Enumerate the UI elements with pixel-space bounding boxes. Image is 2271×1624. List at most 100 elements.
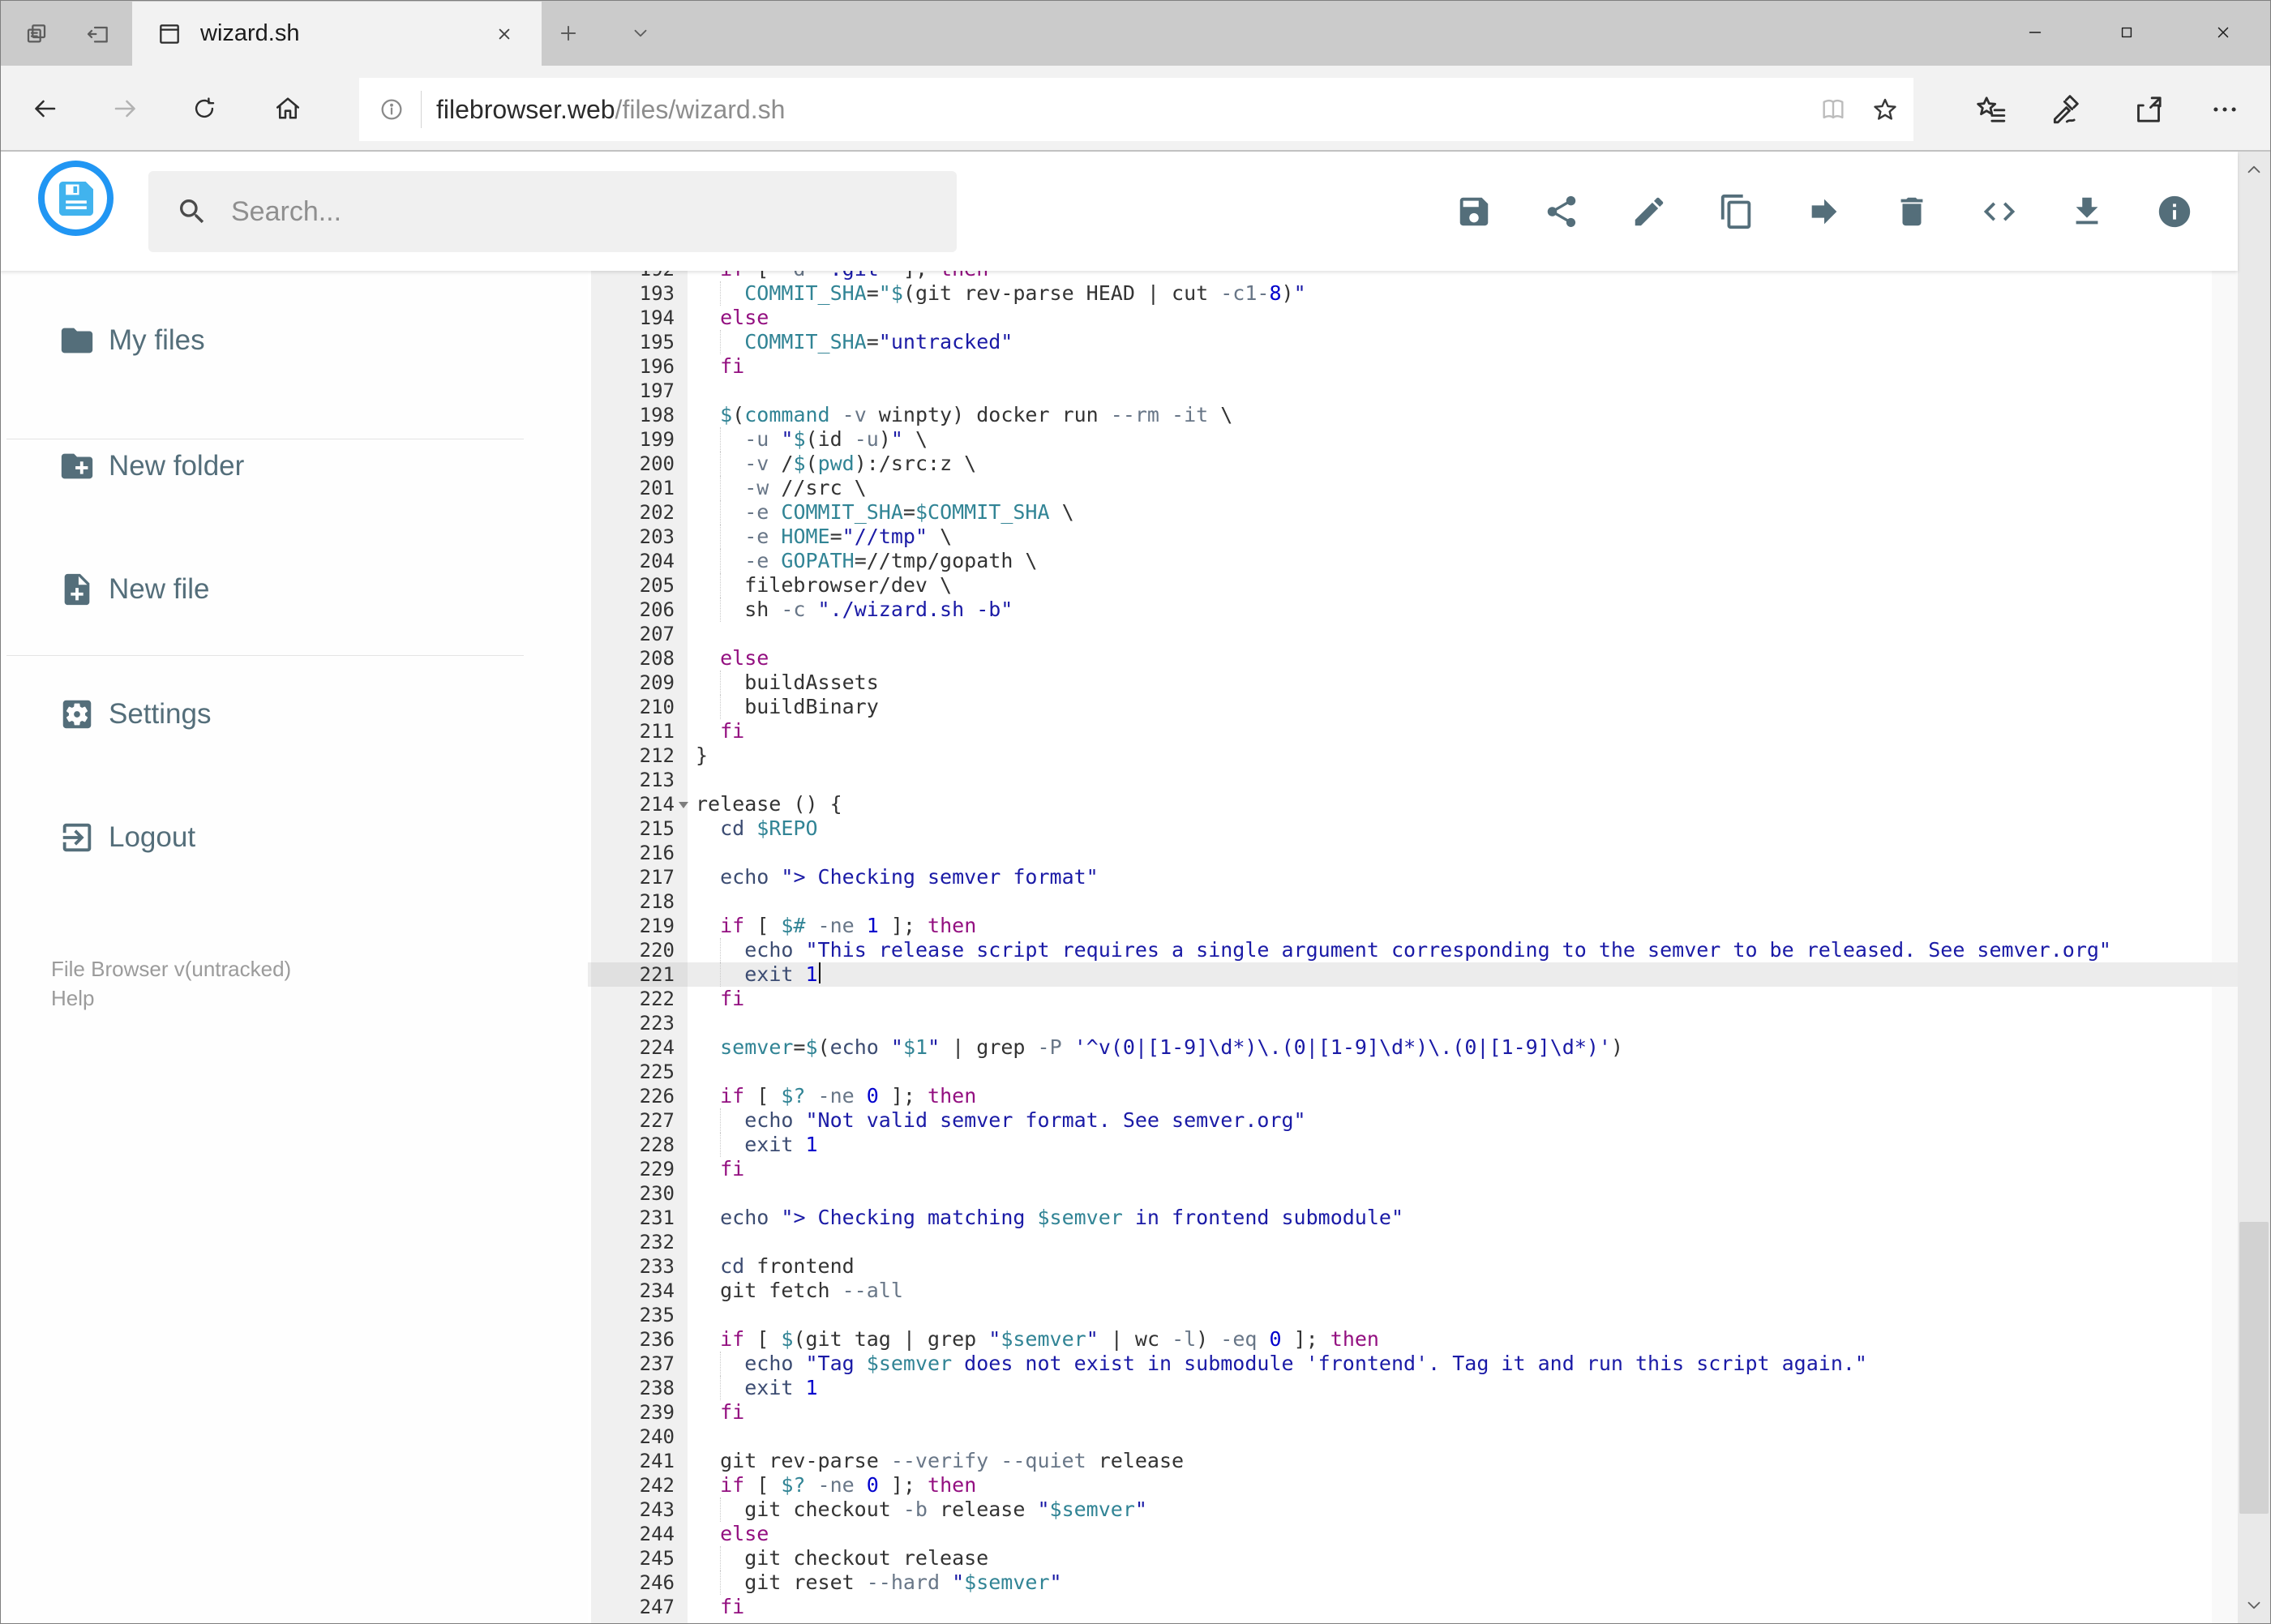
url-text[interactable]: filebrowser.web/files/wizard.sh xyxy=(436,95,785,125)
code-line-243[interactable]: 243 git checkout -b release "$semver" xyxy=(588,1498,2238,1522)
code-line-213[interactable]: 213 xyxy=(588,768,2238,792)
tab-preview-button[interactable] xyxy=(15,11,62,58)
code-line-224[interactable]: 224 semver=$(echo "$1" | grep -P '^v(0|[… xyxy=(588,1035,2238,1060)
favorite-star-icon[interactable] xyxy=(1871,96,1899,123)
code-line-192[interactable]: 192 if [ -d ".git" ]; then xyxy=(588,271,2238,281)
tab-list-button[interactable] xyxy=(620,15,661,51)
code-line-241[interactable]: 241 git rev-parse --verify --quiet relea… xyxy=(588,1449,2238,1473)
code-line-200[interactable]: 200 -v /$(pwd):/src:z \ xyxy=(588,452,2238,476)
code-line-247[interactable]: 247 fi xyxy=(588,1595,2238,1619)
site-info-icon[interactable] xyxy=(379,96,405,122)
close-window-button[interactable] xyxy=(2181,7,2265,58)
download-button[interactable] xyxy=(2067,192,2106,231)
sidebar-item-new-folder[interactable]: New folder xyxy=(0,426,588,507)
code-line-232[interactable]: 232 xyxy=(588,1230,2238,1254)
refresh-button[interactable] xyxy=(179,84,229,134)
code-line-198[interactable]: 198 $(command -v winpty) docker run --rm… xyxy=(588,403,2238,427)
code-line-246[interactable]: 246 git reset --hard "$semver" xyxy=(588,1570,2238,1595)
code-line-225[interactable]: 225 xyxy=(588,1060,2238,1084)
edit-button[interactable] xyxy=(1630,192,1669,231)
code-line-210[interactable]: 210 buildBinary xyxy=(588,695,2238,719)
code-line-201[interactable]: 201 -w //src \ xyxy=(588,476,2238,500)
code-line-234[interactable]: 234 git fetch --all xyxy=(588,1279,2238,1303)
code-line-231[interactable]: 231 echo "> Checking matching $semver in… xyxy=(588,1206,2238,1230)
code-line-216[interactable]: 216 xyxy=(588,841,2238,865)
code-line-228[interactable]: 228 exit 1 xyxy=(588,1133,2238,1157)
code-line-240[interactable]: 240 xyxy=(588,1425,2238,1449)
code-line-236[interactable]: 236 if [ $(git tag | grep "$semver" | wc… xyxy=(588,1327,2238,1352)
code-line-233[interactable]: 233 cd frontend xyxy=(588,1254,2238,1279)
search-input[interactable] xyxy=(229,195,865,229)
code-line-214[interactable]: 214 release () { xyxy=(588,792,2238,816)
code-line-242[interactable]: 242 if [ $? -ne 0 ]; then xyxy=(588,1473,2238,1498)
minimize-button[interactable] xyxy=(1993,7,2077,58)
delete-button[interactable] xyxy=(1892,192,1931,231)
set-aside-tabs-button[interactable] xyxy=(75,11,122,58)
page-scrollbar[interactable] xyxy=(2238,152,2270,1623)
code-line-217[interactable]: 217 echo "> Checking semver format" xyxy=(588,865,2238,889)
scroll-down-button[interactable] xyxy=(2238,1589,2270,1622)
share-button[interactable] xyxy=(1542,192,1581,231)
code-editor[interactable]: 192 if [ -d ".git" ]; then193 COMMIT_SHA… xyxy=(588,271,2238,1623)
code-line-227[interactable]: 227 echo "Not valid semver format. See s… xyxy=(588,1108,2238,1133)
more-button[interactable] xyxy=(2202,87,2247,132)
code-line-195[interactable]: 195 COMMIT_SHA="untracked" xyxy=(588,330,2238,354)
scroll-up-button[interactable] xyxy=(2238,153,2270,186)
forward-button[interactable] xyxy=(101,84,151,134)
sidebar-item-my-files[interactable]: My files xyxy=(0,300,588,381)
help-link[interactable]: Help xyxy=(51,986,94,1011)
code-line-194[interactable]: 194 else xyxy=(588,306,2238,330)
code-line-220[interactable]: 220 echo "This release script requires a… xyxy=(588,938,2238,962)
sidebar-item-settings[interactable]: Settings xyxy=(0,674,588,755)
maximize-button[interactable] xyxy=(2085,7,2169,58)
save-button[interactable] xyxy=(1455,192,1493,231)
share-page-button[interactable] xyxy=(2126,87,2171,132)
new-tab-button[interactable] xyxy=(548,15,589,51)
code-line-235[interactable]: 235 xyxy=(588,1303,2238,1327)
code-line-219[interactable]: 219 if [ $# -ne 1 ]; then xyxy=(588,914,2238,938)
code-line-205[interactable]: 205 filebrowser/dev \ xyxy=(588,573,2238,598)
code-line-229[interactable]: 229 fi xyxy=(588,1157,2238,1181)
copy-button[interactable] xyxy=(1717,192,1756,231)
info-button[interactable] xyxy=(2155,192,2194,231)
code-line-218[interactable]: 218 xyxy=(588,889,2238,914)
code-line-223[interactable]: 223 xyxy=(588,1011,2238,1035)
active-tab[interactable]: wizard.sh xyxy=(132,2,542,66)
code-line-196[interactable]: 196 fi xyxy=(588,354,2238,379)
scrollbar-thumb[interactable] xyxy=(2239,1222,2269,1514)
code-line-239[interactable]: 239 fi xyxy=(588,1400,2238,1425)
code-line-209[interactable]: 209 buildAssets xyxy=(588,671,2238,695)
code-line-238[interactable]: 238 exit 1 xyxy=(588,1376,2238,1400)
code-line-204[interactable]: 204 -e GOPATH=//tmp/gopath \ xyxy=(588,549,2238,573)
code-line-207[interactable]: 207 xyxy=(588,622,2238,646)
code-line-206[interactable]: 206 sh -c "./wizard.sh -b" xyxy=(588,598,2238,622)
sidebar-item-new-file[interactable]: New file xyxy=(0,549,588,630)
code-line-199[interactable]: 199 -u "$(id -u)" \ xyxy=(588,427,2238,452)
code-line-203[interactable]: 203 -e HOME="//tmp" \ xyxy=(588,525,2238,549)
web-note-button[interactable] xyxy=(2042,87,2087,132)
favorites-hub-button[interactable] xyxy=(1969,87,2014,132)
home-button[interactable] xyxy=(263,84,313,134)
filebrowser-logo[interactable] xyxy=(38,161,114,236)
sidebar-item-logout[interactable]: Logout xyxy=(0,797,588,878)
code-line-212[interactable]: 212} xyxy=(588,743,2238,768)
search-box[interactable] xyxy=(148,171,957,252)
code-line-197[interactable]: 197 xyxy=(588,379,2238,403)
move-button[interactable] xyxy=(1805,192,1844,231)
tab-close-icon[interactable] xyxy=(488,18,521,50)
code-line-226[interactable]: 226 if [ $? -ne 0 ]; then xyxy=(588,1084,2238,1108)
code-line-211[interactable]: 211 fi xyxy=(588,719,2238,743)
code-line-221[interactable]: 221 exit 1 xyxy=(588,962,2238,987)
code-line-244[interactable]: 244 else xyxy=(588,1522,2238,1546)
code-button[interactable] xyxy=(1980,192,2019,231)
code-line-202[interactable]: 202 -e COMMIT_SHA=$COMMIT_SHA \ xyxy=(588,500,2238,525)
code-line-193[interactable]: 193 COMMIT_SHA="$(git rev-parse HEAD | c… xyxy=(588,281,2238,306)
code-line-245[interactable]: 245 git checkout release xyxy=(588,1546,2238,1570)
code-line-208[interactable]: 208 else xyxy=(588,646,2238,671)
code-line-237[interactable]: 237 echo "Tag $semver does not exist in … xyxy=(588,1352,2238,1376)
code-line-215[interactable]: 215 cd $REPO xyxy=(588,816,2238,841)
url-box[interactable]: filebrowser.web/files/wizard.sh xyxy=(359,78,1913,141)
code-line-222[interactable]: 222 fi xyxy=(588,987,2238,1011)
back-button[interactable] xyxy=(19,84,70,134)
code-line-230[interactable]: 230 xyxy=(588,1181,2238,1206)
